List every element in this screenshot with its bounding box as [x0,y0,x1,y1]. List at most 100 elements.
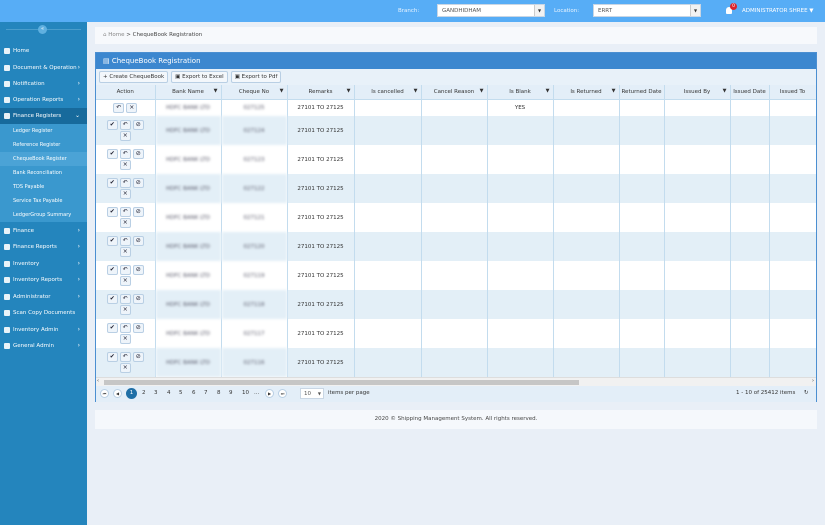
submenu-item[interactable]: Bank Reconciliation [0,166,87,180]
page-button[interactable]: 4 [167,390,171,396]
approve-icon[interactable]: ✔ [106,236,118,246]
column-header[interactable]: Issued By ▼ [664,85,731,100]
export-excel-button[interactable]: ▣ Export to Excel [171,71,228,83]
table-row[interactable]: ✔ ↶ ⊘ × HDFC BANK LTD 027122 27101 TO 27125 [96,174,816,203]
submenu-item[interactable]: Service Tax Payable [0,194,87,208]
close-icon[interactable]: × [119,363,131,373]
cancel-icon[interactable]: ⊘ [132,352,144,362]
filter-icon[interactable]: ▼ [612,88,616,94]
column-header[interactable]: Issued To [769,85,816,100]
cancel-icon[interactable]: ⊘ [132,120,144,130]
close-icon[interactable]: × [119,131,131,141]
cancel-icon[interactable]: ⊘ [132,207,144,217]
filter-icon[interactable]: ▼ [414,88,418,94]
column-header[interactable]: Is Blank ▼ [487,85,554,100]
page-button[interactable]: 5 [179,390,183,396]
filter-icon[interactable]: ▼ [280,88,284,94]
page-button[interactable]: 9 [229,390,233,396]
column-header[interactable]: Is Returned ▼ [553,85,620,100]
approve-icon[interactable]: ✔ [106,294,118,304]
sidebar-item[interactable]: Inventory Admin › [0,322,87,338]
undo-icon[interactable]: ↶ [119,149,131,159]
page-button[interactable]: ... [254,390,259,396]
close-icon[interactable]: × [119,218,131,228]
page-button[interactable]: 2 [142,390,146,396]
filter-icon[interactable]: ▼ [480,88,484,94]
create-chequebook-button[interactable]: + Create ChequeBook [99,71,169,83]
submenu-item[interactable]: Ledger Register [0,124,87,138]
approve-icon[interactable]: ✔ [106,265,118,275]
undo-icon[interactable]: ↶ [113,102,125,113]
sidebar-item[interactable]: Document & Operation › [0,60,87,76]
table-row[interactable]: ✔ ↶ ⊘ × HDFC BANK LTD 027116 27101 TO 27125 [96,348,816,377]
approve-icon[interactable]: ✔ [106,178,118,188]
column-header[interactable]: Cheque No ▼ [221,85,288,100]
undo-icon[interactable]: ↶ [119,352,131,362]
cancel-icon[interactable]: ⊘ [132,323,144,333]
submenu-item[interactable]: ChequeBook Register [0,152,87,166]
sidebar-item[interactable]: Inventory Reports › [0,272,87,288]
collapse-sidebar-icon[interactable]: « [38,25,47,34]
page-button-current[interactable]: 1 [126,388,137,399]
table-row[interactable]: ✔ ↶ ⊘ × HDFC BANK LTD 027121 27101 TO 27125 [96,203,816,232]
refresh-icon[interactable]: ↻ [804,390,809,396]
export-pdf-button[interactable]: ▣ Export to Pdf [230,71,282,83]
horizontal-scrollbar[interactable]: ‹ › [96,377,816,386]
sidebar-item[interactable]: Notification › [0,76,87,92]
sidebar-item[interactable]: Finance Registers ⌄ [0,108,87,124]
cancel-icon[interactable]: ⊘ [132,294,144,304]
sidebar-item[interactable]: Finance › [0,223,87,239]
table-row[interactable]: ↶ × HDFC BANK LTD 027125 27101 TO 27125 Y… [96,99,816,116]
approve-icon[interactable]: ✔ [106,149,118,159]
close-icon[interactable]: × [119,189,131,199]
close-icon[interactable]: × [119,160,131,170]
breadcrumb-home[interactable]: Home [108,32,124,38]
submenu-item[interactable]: TDS Payable [0,180,87,194]
column-header[interactable]: Action [96,85,156,100]
close-icon[interactable]: × [119,305,131,315]
sidebar-item[interactable]: Home [0,43,87,59]
table-row[interactable]: ✔ ↶ ⊘ × HDFC BANK LTD 027119 27101 TO 27125 [96,261,816,290]
page-button[interactable]: 3 [154,390,158,396]
undo-icon[interactable]: ↶ [119,294,131,304]
approve-icon[interactable]: ✔ [106,120,118,130]
first-page-button[interactable]: ⏮ [100,389,109,398]
filter-icon[interactable]: ▼ [723,88,727,94]
filter-icon[interactable]: ▼ [546,88,550,94]
scrollbar-thumb[interactable] [104,380,579,385]
column-header[interactable]: Cancel Reason ▼ [421,85,488,100]
column-header[interactable]: Returned Date [619,85,665,100]
column-header[interactable]: Bank Name ▼ [155,85,222,100]
undo-icon[interactable]: ↶ [119,236,131,246]
next-page-button[interactable]: ▶ [265,389,274,398]
user-menu[interactable]: ADMINISTRATOR SHREE ▼ [742,8,814,14]
undo-icon[interactable]: ↶ [119,323,131,333]
sidebar-item[interactable]: Scan Copy Documents [0,305,87,321]
table-row[interactable]: ✔ ↶ ⊘ × HDFC BANK LTD 027120 27101 TO 27125 [96,232,816,261]
last-page-button[interactable]: ⏭ [278,389,287,398]
page-button[interactable]: 7 [204,390,208,396]
location-select[interactable]: ERRT ▼ [593,4,701,17]
column-header[interactable]: Issued Date [730,85,770,100]
scroll-left-icon[interactable]: ‹ [97,378,99,384]
cancel-icon[interactable]: ⊘ [132,236,144,246]
column-header[interactable]: Is cancelled ▼ [354,85,422,100]
page-button[interactable]: 8 [217,390,221,396]
submenu-item[interactable]: Reference Register [0,138,87,152]
close-icon[interactable]: × [119,247,131,257]
prev-page-button[interactable]: ◀ [113,389,122,398]
page-button[interactable]: 10 [242,390,249,396]
sidebar-item[interactable]: Operation Reports › [0,92,87,108]
page-size-select[interactable]: 10 ▼ [300,388,324,399]
cancel-icon[interactable]: ⊘ [132,149,144,159]
undo-icon[interactable]: ↶ [119,120,131,130]
undo-icon[interactable]: ↶ [119,265,131,275]
close-icon[interactable]: × [119,334,131,344]
page-button[interactable]: 6 [192,390,196,396]
approve-icon[interactable]: ✔ [106,207,118,217]
column-header[interactable]: Remarks ▼ [287,85,355,100]
approve-icon[interactable]: ✔ [106,352,118,362]
undo-icon[interactable]: ↶ [119,207,131,217]
sidebar-item[interactable]: Inventory › [0,256,87,272]
table-row[interactable]: ✔ ↶ ⊘ × HDFC BANK LTD 027124 27101 TO 27125 [96,116,816,145]
